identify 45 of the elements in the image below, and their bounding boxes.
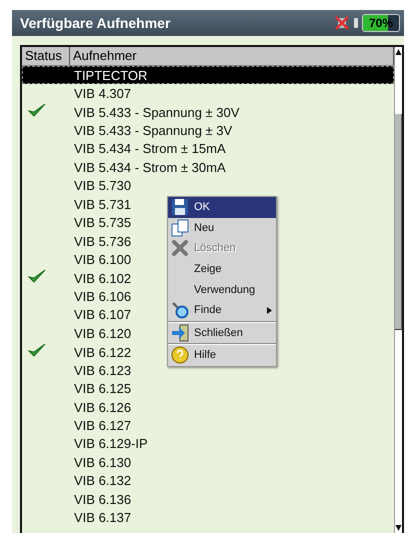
- sensor-name: VIB 6.130: [73, 454, 132, 470]
- sensor-name: VIB 5.434 - Strom ± 15mA: [73, 141, 226, 156]
- sensor-name: VIB 6.126: [73, 400, 132, 415]
- sensor-name: VIB 5.735: [73, 215, 132, 230]
- sensor-name: VIB 6.132: [73, 473, 132, 488]
- menu-item[interactable]: Finde: [168, 300, 276, 321]
- help-icon: [171, 346, 189, 364]
- sensor-name: VIB 5.736: [73, 234, 132, 249]
- sensor-name: VIB 6.125: [73, 381, 132, 396]
- magnifier-icon: [171, 301, 189, 320]
- sensor-name: VIB 6.127: [73, 418, 132, 434]
- scrollbar[interactable]: [394, 47, 402, 533]
- sensor-name: VIB 5.433 - Spannung ± 3V: [73, 123, 232, 138]
- column-header[interactable]: Status: [22, 47, 70, 65]
- documents-icon: [171, 218, 189, 237]
- menu-item[interactable]: Zeige: [168, 258, 276, 280]
- sensor-name: VIB 4.307: [73, 86, 132, 102]
- sensor-name: VIB 5.433 - Spannung ± 30V: [73, 105, 240, 120]
- sensor-name: VIB 6.100: [73, 252, 132, 268]
- sensor-name: VIB 6.129-IP: [73, 436, 148, 452]
- sensor-name: VIB 6.122: [73, 345, 132, 360]
- menu-item[interactable]: Schließen: [168, 322, 276, 344]
- sensor-name: VIB 6.123: [73, 362, 132, 378]
- crossed-out-icon: [334, 15, 350, 31]
- menu-item[interactable]: OK: [168, 197, 276, 218]
- sensor-name: VIB 6.106: [73, 288, 132, 304]
- cross-icon: [171, 239, 189, 258]
- sensor-name: VIB 6.137: [73, 510, 132, 526]
- sensor-name: VIB 6.136: [73, 492, 132, 507]
- menu-item[interactable]: Verwendung: [168, 279, 276, 300]
- sensor-name: VIB 6.107: [73, 307, 132, 322]
- table-row[interactable]: TIPTECTOR: [22, 66, 394, 84]
- sensor-name: VIB 5.434 - Strom ± 30mA: [73, 160, 226, 175]
- sensor-name: TIPTECTOR: [73, 68, 148, 83]
- sensor-name: VIB 5.730: [73, 178, 132, 194]
- sensor-name: VIB 6.120: [73, 326, 132, 341]
- menu-item[interactable]: Hilfe: [168, 345, 276, 366]
- menu-item[interactable]: Neu: [168, 218, 276, 238]
- sensor-name: VIB 6.102: [73, 271, 132, 286]
- battery-terminal-icon: [354, 18, 358, 28]
- arrow-icon: [171, 324, 189, 342]
- scrollbar-thumb[interactable]: [395, 114, 402, 330]
- scroll-down-icon[interactable]: [395, 524, 402, 532]
- window-title: Verfügbare Aufnehmer: [20, 15, 170, 31]
- sensor-name: VIB 5.731: [73, 196, 132, 212]
